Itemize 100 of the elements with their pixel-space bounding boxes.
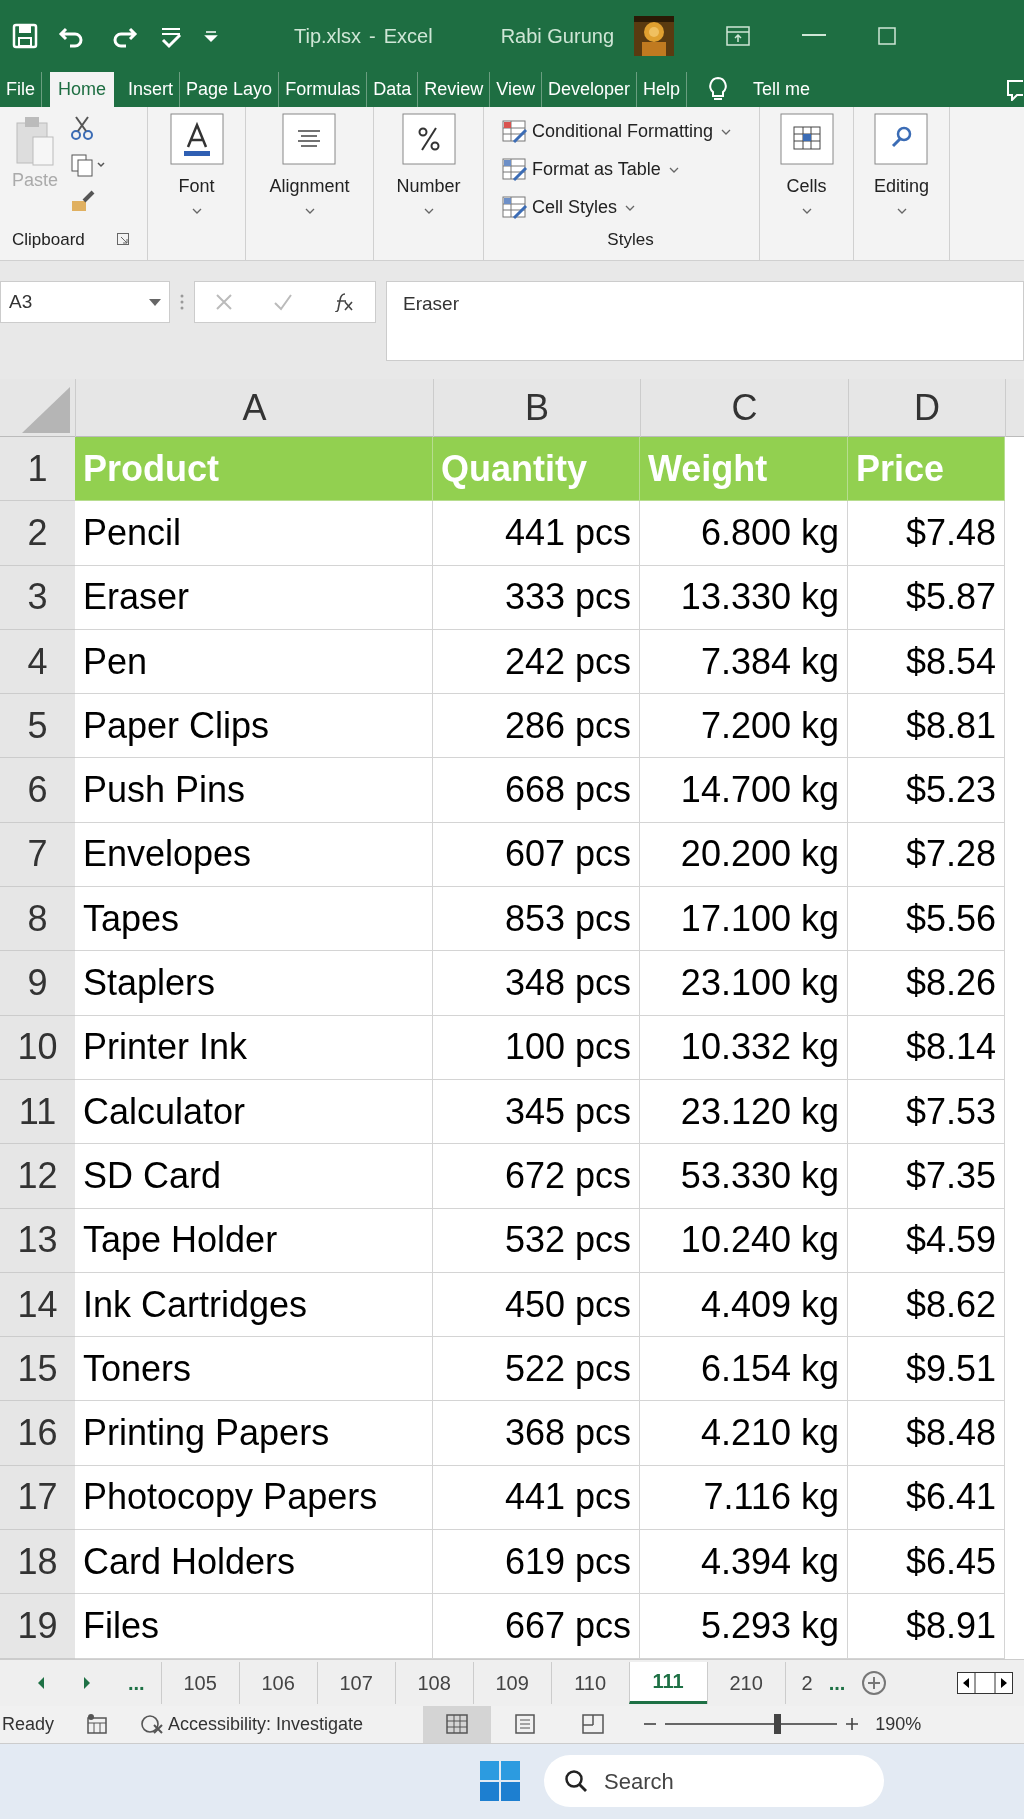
more-sheets-button[interactable]: ... xyxy=(828,1667,846,1698)
scroll-left-icon[interactable] xyxy=(36,1676,46,1689)
table-cell: 532 pcs xyxy=(433,1208,640,1273)
paintbrush-icon[interactable] xyxy=(70,189,97,213)
row-header[interactable]: 4 xyxy=(0,629,75,695)
tell-me-search[interactable]: Tell me xyxy=(753,72,810,107)
style-command[interactable]: Cell Styles xyxy=(502,188,759,227)
row-header[interactable]: 18 xyxy=(0,1530,75,1595)
align-text-icon xyxy=(282,113,337,165)
table-cell: Tapes xyxy=(75,887,433,952)
comment-icon[interactable] xyxy=(1006,79,1024,101)
sheet-tab[interactable]: 110 xyxy=(550,1661,629,1704)
more-sheets-button[interactable]: ... xyxy=(128,1667,145,1698)
dialog-launcher-icon[interactable] xyxy=(116,233,129,246)
title-separator: - xyxy=(369,24,376,49)
row-header[interactable]: 1 xyxy=(0,437,75,502)
row-header[interactable]: 16 xyxy=(0,1401,75,1466)
accessibility-icon xyxy=(140,1713,165,1736)
row-header[interactable]: 15 xyxy=(0,1337,75,1402)
row-header[interactable]: 2 xyxy=(0,501,75,566)
table-cell: Eraser xyxy=(75,565,433,630)
copy-icon[interactable] xyxy=(70,153,107,177)
row-header[interactable]: 5 xyxy=(0,694,75,759)
table-cell: 345 pcs xyxy=(433,1079,640,1145)
save-icon[interactable] xyxy=(12,23,38,49)
row-header[interactable]: 3 xyxy=(0,565,75,630)
table-cell: 5.293 kg xyxy=(640,1594,848,1659)
row-header[interactable]: 17 xyxy=(0,1465,75,1531)
table-cell: 667 pcs xyxy=(433,1594,640,1659)
ribbon-button[interactable]: Cells xyxy=(779,113,834,200)
row-header[interactable]: 7 xyxy=(0,822,75,888)
table-cell: Ink Cartridges xyxy=(75,1272,433,1338)
ribbon-display-icon[interactable] xyxy=(726,26,751,46)
windows-start-icon[interactable] xyxy=(480,1761,520,1802)
sheet-tab[interactable]: 111 xyxy=(628,1661,707,1704)
row-header[interactable]: 12 xyxy=(0,1144,75,1209)
table-cell: Push Pins xyxy=(75,758,433,823)
table-cell: Tape Holder xyxy=(75,1208,433,1273)
sheet-tab[interactable]: 108 xyxy=(394,1661,473,1704)
formula-field[interactable]: Eraser xyxy=(386,281,1024,361)
row-header[interactable]: 11 xyxy=(0,1079,75,1145)
dropdown-caret-icon[interactable] xyxy=(191,208,202,214)
table-cell: 23.120 kg xyxy=(640,1079,848,1145)
scroll-arrows-icon[interactable] xyxy=(957,1671,1014,1694)
zoom-thumb[interactable] xyxy=(773,1714,781,1735)
customize-icon[interactable] xyxy=(204,29,218,43)
sheet-tab[interactable]: 2 xyxy=(784,1661,829,1704)
table-cell: $8.14 xyxy=(848,1015,1005,1080)
dropdown-caret-icon[interactable] xyxy=(801,208,812,214)
ribbon-button[interactable]: Alignment xyxy=(269,113,350,200)
row-header[interactable]: 19 xyxy=(0,1594,75,1659)
zoom-in-icon[interactable] xyxy=(845,1717,860,1732)
table-cell: 7.116 kg xyxy=(640,1465,848,1531)
scroll-right-icon[interactable] xyxy=(82,1676,92,1689)
row-header[interactable]: 10 xyxy=(0,1015,75,1080)
dropdown-caret-icon[interactable] xyxy=(304,208,315,214)
header-cell: Weight xyxy=(640,437,848,502)
table-cell: $8.26 xyxy=(848,951,1005,1016)
style-command[interactable]: Conditional Formatting xyxy=(502,113,759,151)
sheet-tab[interactable]: 109 xyxy=(472,1661,551,1704)
row-header[interactable]: 13 xyxy=(0,1208,75,1273)
table-cell: 672 pcs xyxy=(433,1144,640,1209)
sheet-tab[interactable]: 107 xyxy=(316,1661,395,1704)
row-header[interactable]: 14 xyxy=(0,1272,75,1338)
table-cell: Printer Ink xyxy=(75,1015,433,1080)
table-cell: $5.56 xyxy=(848,887,1005,952)
ribbon-button[interactable]: Font xyxy=(169,113,224,200)
function-icon[interactable] xyxy=(333,292,355,312)
table-cell: Envelopes xyxy=(75,822,433,888)
view-button[interactable] xyxy=(423,1705,492,1743)
table-cell: $6.45 xyxy=(848,1530,1005,1595)
table-cell: 10.332 kg xyxy=(640,1015,848,1080)
dropdown-caret-icon[interactable] xyxy=(896,208,907,214)
dropdown-caret-icon[interactable] xyxy=(423,208,434,214)
ribbon-tab[interactable]: Home xyxy=(50,72,115,107)
table-cell: 368 pcs xyxy=(433,1401,640,1466)
table-cell: $8.81 xyxy=(848,694,1005,759)
sheet-tab[interactable]: 105 xyxy=(160,1661,239,1704)
scissors-icon[interactable] xyxy=(70,115,95,141)
row-header[interactable]: 6 xyxy=(0,758,75,823)
ribbon-button[interactable]: Number xyxy=(396,113,461,200)
zoom-level[interactable]: 190% xyxy=(875,1710,922,1738)
ribbon-button[interactable]: Editing xyxy=(873,113,929,200)
table-cell: 522 pcs xyxy=(433,1337,640,1402)
taskbar-search-field[interactable]: Search xyxy=(544,1755,884,1808)
table-cell: Pen xyxy=(75,629,433,695)
minimize-icon[interactable] xyxy=(802,34,827,38)
row-header[interactable]: 8 xyxy=(0,887,75,952)
table-cell: $8.54 xyxy=(848,629,1005,695)
macro-sheet-icon[interactable] xyxy=(86,1713,109,1736)
sheet-tab[interactable]: 106 xyxy=(238,1661,317,1704)
magnifier-icon xyxy=(874,113,929,165)
style-command[interactable]: Format as Table xyxy=(502,150,759,189)
row-header[interactable]: 9 xyxy=(0,951,75,1016)
add-sheet-icon[interactable] xyxy=(861,1669,888,1696)
name-box[interactable]: A3 xyxy=(0,281,170,323)
maximize-icon[interactable] xyxy=(878,27,897,45)
table-cell: 6.800 kg xyxy=(640,501,848,566)
sheet-tab[interactable]: 210 xyxy=(706,1661,785,1704)
accessibility-button[interactable]: Accessibility: Investigate xyxy=(140,1710,364,1738)
